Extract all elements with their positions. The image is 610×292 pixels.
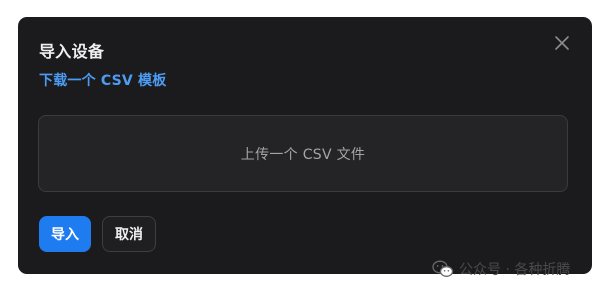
watermark-text: 公众号 · 各种折腾 (459, 262, 571, 278)
close-icon (555, 36, 569, 50)
import-button[interactable]: 导入 (39, 216, 91, 252)
screenshot-stage: 导入设备 下载一个 CSV 模板 上传一个 CSV 文件 导入 取消 公众号 ·… (0, 0, 610, 292)
import-devices-dialog: 导入设备 下载一个 CSV 模板 上传一个 CSV 文件 导入 取消 (18, 17, 592, 274)
csv-upload-dropzone[interactable]: 上传一个 CSV 文件 (38, 115, 568, 192)
close-button[interactable] (553, 34, 571, 52)
watermark: 公众号 · 各种折腾 (432, 259, 570, 279)
cancel-button[interactable]: 取消 (102, 216, 156, 252)
wechat-icon (432, 260, 454, 277)
upload-prompt: 上传一个 CSV 文件 (240, 146, 366, 163)
download-csv-template-link[interactable]: 下载一个 CSV 模板 (39, 71, 166, 91)
dialog-title: 导入设备 (39, 42, 105, 61)
